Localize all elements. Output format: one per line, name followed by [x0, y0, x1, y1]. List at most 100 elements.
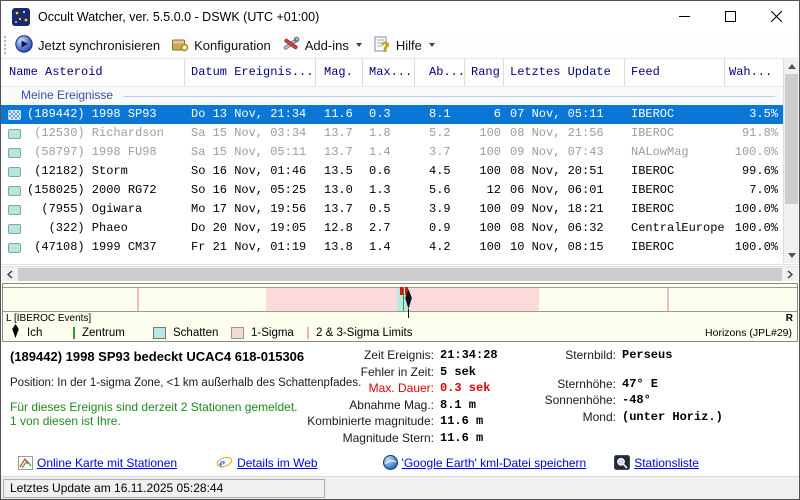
- column-header-wah[interactable]: Wah...: [725, 59, 784, 86]
- window-controls: [661, 1, 799, 32]
- row-cell-rang: 12: [486, 183, 501, 197]
- table-row[interactable]: (12530) Richardson Sa 15 Nov, 03:34 13.7 1.…: [1, 124, 784, 143]
- field-value: (unter Horiz.): [622, 409, 723, 424]
- scroll-right-button[interactable]: [782, 267, 798, 282]
- timeline-panel: L [IBEROC Events] R Ich Zentrum Schatten…: [2, 283, 798, 342]
- vertical-scroll-thumb[interactable]: [785, 74, 798, 204]
- close-button[interactable]: [753, 1, 799, 32]
- row-cell-mag: 12.8: [324, 221, 353, 235]
- addins-button[interactable]: Add-ins: [278, 33, 369, 58]
- field-label: Magnitude Stern:: [342, 430, 434, 445]
- legend-1-sigma: 1-Sigma: [231, 326, 307, 339]
- google-earth-link[interactable]: 'Google Earth' kml-Datei speichern: [382, 455, 586, 470]
- minimize-button[interactable]: [661, 1, 707, 32]
- config-button[interactable]: Konfiguration: [167, 33, 278, 58]
- row-cell-mag: 11.6: [324, 107, 353, 121]
- column-header-name[interactable]: Name Asteroid: [1, 59, 185, 86]
- column-header-max[interactable]: Max...: [363, 59, 415, 86]
- row-cell-wah: 100.0%: [734, 145, 778, 159]
- event-rows: (189442) 1998 SP93 Do 13 Nov, 21:34 11.6 0.…: [1, 105, 799, 257]
- row-cell-name: (322) Phaeo: [27, 221, 128, 235]
- column-header-datum[interactable]: Datum Ereignis...: [185, 59, 316, 86]
- row-cell-datum: Do 20 Nov, 19:05: [191, 221, 307, 235]
- online-map-link[interactable]: Online Karte mit Stationen: [18, 455, 178, 470]
- legend-ich: Ich: [11, 324, 73, 341]
- column-header-update[interactable]: Letztes Update: [504, 59, 625, 86]
- row-cell-rang: 6: [493, 107, 501, 121]
- table-row[interactable]: (189442) 1998 SP93 Do 13 Nov, 21:34 11.6 0.…: [1, 105, 784, 124]
- svg-text:?: ?: [381, 38, 390, 53]
- horizontal-scrollbar[interactable]: [2, 266, 798, 281]
- column-header-feed[interactable]: Feed: [625, 59, 725, 86]
- config-icon: [171, 35, 189, 56]
- table-row[interactable]: (158025) 2000 RG72 So 16 Nov, 05:25 13.0 1.…: [1, 181, 784, 200]
- web-details-link[interactable]: e Details im Web: [216, 455, 318, 470]
- legend-label: 1-Sigma: [251, 326, 294, 339]
- column-header-ab[interactable]: Ab...: [415, 59, 465, 86]
- addins-tools-icon: [282, 35, 300, 56]
- row-cell-mag: 13.7: [324, 145, 353, 159]
- row-cell-max: 2.7: [369, 221, 391, 235]
- table-header-row: Name Asteroid Datum Ereignis... Mag. Max…: [1, 59, 799, 87]
- row-cell-name: (189442) 1998 SP93: [27, 107, 157, 121]
- config-label: Konfiguration: [194, 37, 271, 53]
- row-cell-datum: Fr 21 Nov, 01:19: [191, 240, 307, 254]
- row-cell-feed: NALowMag: [631, 145, 689, 159]
- links-bar: Online Karte mit Stationen e Details im …: [2, 449, 798, 476]
- vertical-scrollbar[interactable]: [783, 59, 799, 263]
- row-cell-rang: 100: [479, 240, 501, 254]
- toolbar-grip[interactable]: [4, 36, 7, 54]
- online-map-label: Online Karte mit Stationen: [37, 455, 178, 470]
- event-fields-time: Zeit Ereignis: 21:34:28 Fehler in Zeit: 5 s…: [300, 348, 497, 446]
- table-row[interactable]: (12182) Storm So 16 Nov, 01:46 13.5 0.6 4.5 1…: [1, 162, 784, 181]
- my-station-diamond-icon: [11, 324, 20, 341]
- station-list-link[interactable]: Stationsliste: [614, 455, 699, 470]
- column-header-rang[interactable]: Rang: [465, 59, 504, 86]
- window-title: Occult Watcher, ver. 5.5.0.0 - DSWK (UTC…: [38, 9, 320, 24]
- status-bar: Letztes Update am 16.11.2025 05:28:44: [1, 476, 799, 499]
- row-cell-max: 0.3: [369, 107, 391, 121]
- event-path-icon: [7, 223, 21, 234]
- row-cell-update: 06 Nov, 06:01: [510, 183, 604, 197]
- column-header-mag[interactable]: Mag.: [316, 59, 363, 86]
- hilfe-button[interactable]: ? Hilfe: [369, 33, 442, 58]
- row-cell-wah: 7.0%: [749, 183, 778, 197]
- timeline-band[interactable]: [3, 287, 797, 318]
- row-cell-name: (7955) Ogiwara: [27, 202, 143, 216]
- row-cell-feed: IBEROC: [631, 240, 675, 254]
- timeline-right-label: R: [785, 313, 793, 324]
- row-cell-feed: IBEROC: [631, 126, 675, 140]
- legend-23-sigma: 2 & 3-Sigma Limits: [307, 326, 413, 339]
- row-cell-ab: 0.9: [429, 221, 451, 235]
- app-window: Occult Watcher, ver. 5.5.0.0 - DSWK (UTC…: [0, 0, 800, 500]
- field-value: 0.3 sek: [440, 381, 491, 395]
- row-cell-ab: 4.5: [429, 164, 451, 178]
- row-cell-update: 09 Nov, 18:21: [510, 202, 604, 216]
- browser-icon: e: [216, 457, 233, 470]
- field-label: Fehler in Zeit:: [360, 364, 434, 379]
- sync-button[interactable]: Jetzt synchronisieren: [11, 33, 167, 58]
- row-icon-cell: [1, 238, 27, 257]
- table-row[interactable]: (7955) Ogiwara Mo 17 Nov, 19:56 13.7 0.5 3.9…: [1, 200, 784, 219]
- row-cell-ab: 5.6: [429, 183, 451, 197]
- table-row[interactable]: (58797) 1998 FU98 Sa 15 Nov, 05:11 13.7 1.4…: [1, 143, 784, 162]
- horizontal-scroll-thumb[interactable]: [18, 268, 782, 281]
- scroll-up-button[interactable]: [784, 59, 799, 74]
- maximize-button[interactable]: [707, 1, 753, 32]
- row-cell-ab: 4.2: [429, 240, 451, 254]
- row-cell-name: (12530) Richardson: [27, 126, 164, 140]
- table-row[interactable]: (322) Phaeo Do 20 Nov, 19:05 12.8 2.7 0.9 100…: [1, 219, 784, 238]
- row-cell-wah: 91.8%: [741, 126, 778, 140]
- row-icon-cell: [1, 143, 27, 162]
- app-icon: [12, 7, 30, 26]
- row-cell-datum: So 16 Nov, 05:25: [191, 183, 307, 197]
- addins-dropdown-caret: [355, 43, 362, 47]
- row-cell-feed: IBEROC: [631, 183, 675, 197]
- table-row[interactable]: (47108) 1999 CM37 Fr 21 Nov, 01:19 13.8 1.4…: [1, 238, 784, 257]
- group-header[interactable]: Meine Ereignisse: [1, 87, 799, 105]
- map-icon: [18, 455, 33, 470]
- scroll-left-button[interactable]: [2, 267, 18, 282]
- toolbar: Jetzt synchronisieren Konfiguration Add-…: [1, 32, 799, 59]
- events-table: Name Asteroid Datum Ereignis... Mag. Max…: [1, 59, 799, 265]
- scroll-down-button[interactable]: [784, 248, 799, 263]
